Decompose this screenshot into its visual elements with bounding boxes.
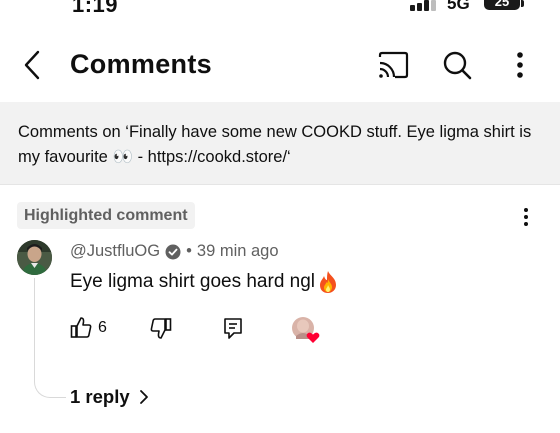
status-bar: 1:19 5G 25	[0, 0, 560, 18]
replies-label: 1 reply	[70, 386, 130, 407]
network-type: 5G	[447, 0, 470, 13]
battery-cap	[521, 0, 524, 7]
thumbs-down-icon[interactable]	[150, 316, 172, 340]
page-title: Comments	[70, 49, 212, 79]
cast-icon[interactable]	[376, 48, 410, 82]
more-vert-icon[interactable]	[503, 48, 537, 82]
view-replies-button[interactable]: 1 reply	[70, 386, 150, 408]
reply-icon[interactable]	[222, 316, 244, 340]
comment-text: Eye ligma shirt goes hard ngl	[70, 271, 316, 292]
status-time: 1:19	[72, 0, 119, 17]
creator-heart-icon	[292, 317, 320, 343]
separator-dot: •	[186, 242, 192, 260]
back-icon[interactable]	[18, 48, 48, 82]
like-count: 6	[98, 319, 107, 336]
reply-thread-line	[34, 278, 66, 398]
comment-more-icon[interactable]	[514, 205, 538, 229]
comment-time: 39 min ago	[196, 242, 279, 260]
avatar[interactable]	[17, 240, 52, 275]
thumbs-up-icon[interactable]	[70, 316, 92, 340]
comment-header: @JustfluOG • 39 min ago	[70, 242, 279, 261]
avatar-image	[17, 240, 52, 275]
highlighted-comment-badge: Highlighted comment	[17, 202, 195, 229]
fire-emoji	[320, 271, 337, 293]
search-icon[interactable]	[440, 48, 474, 82]
app-bar: Comments	[0, 30, 560, 100]
battery-indicator: 25	[484, 0, 520, 10]
signal-strength-icon	[410, 0, 436, 11]
comments-context: Comments on ‘Finally have some new COOKD…	[0, 102, 560, 184]
comment-body: Eye ligma shirt goes hard ngl	[70, 270, 339, 294]
comment-author[interactable]: @JustfluOG	[70, 242, 160, 261]
comment-actions: 6	[70, 316, 370, 344]
context-text: Comments on ‘Finally have some new COOKD…	[18, 123, 532, 166]
chevron-right-icon	[139, 390, 148, 404]
divider	[0, 184, 560, 185]
verified-icon	[165, 244, 181, 259]
